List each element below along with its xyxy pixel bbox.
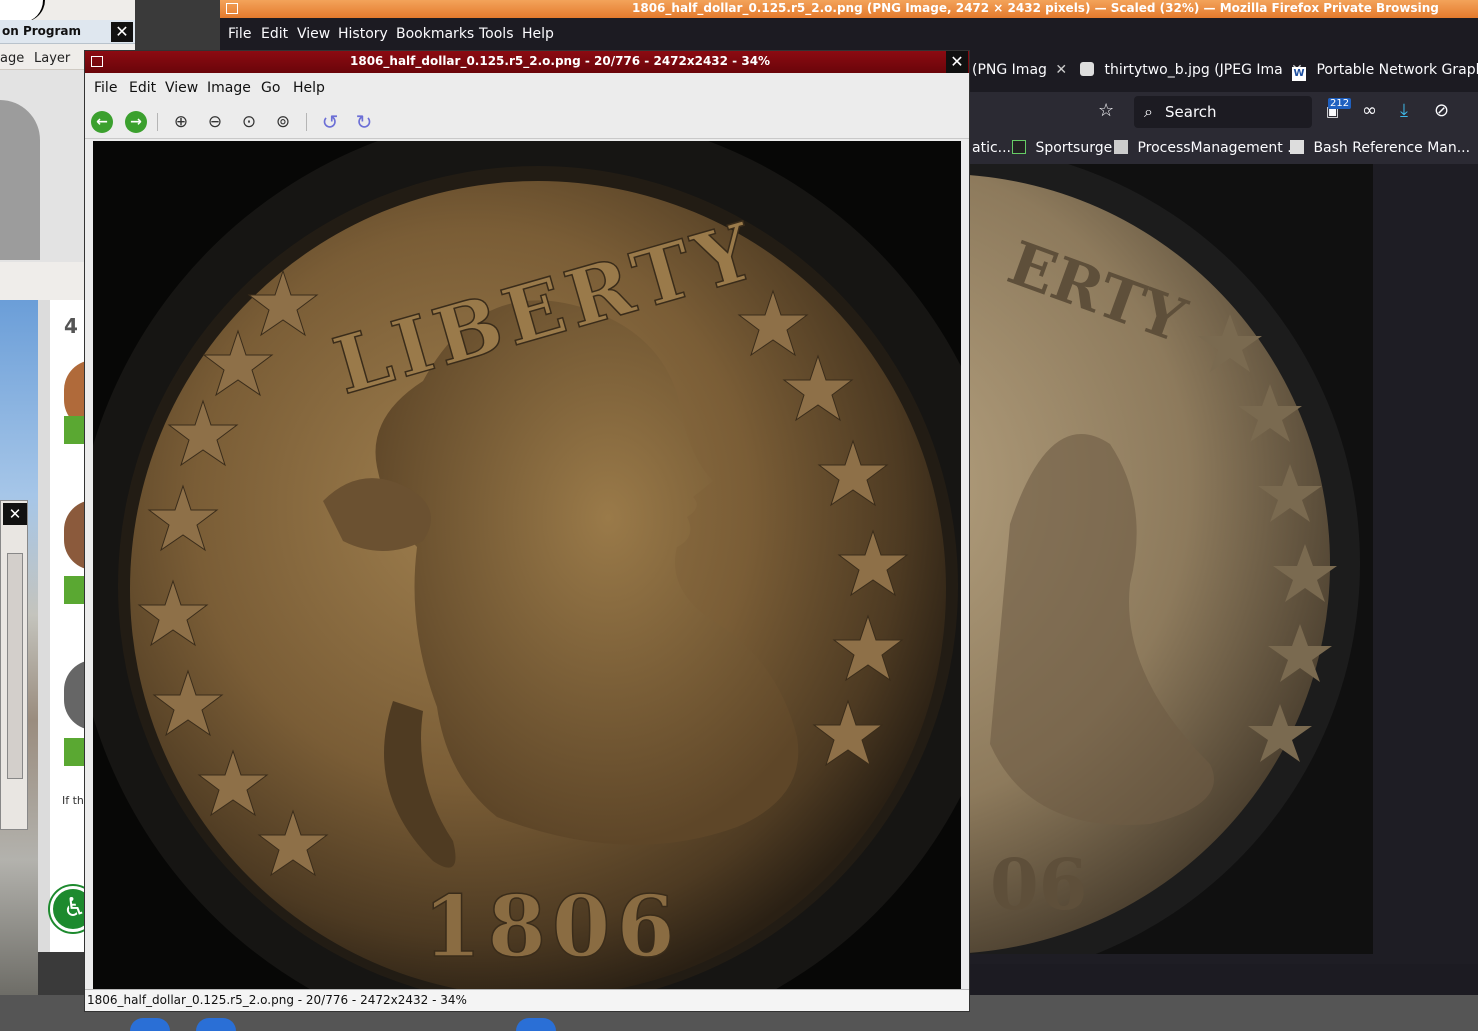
firefox-title: 1806_half_dollar_0.125.r5_2.o.png (PNG I… — [632, 1, 1439, 15]
ff-menu-view[interactable]: View — [297, 26, 330, 42]
background-webpage: 4 If th — [38, 300, 94, 952]
firefox-coin-image: ERTY 06 — [970, 164, 1373, 954]
window-menu-icon[interactable] — [91, 56, 103, 67]
sync-icon[interactable]: ⊘ — [1434, 100, 1449, 121]
bookmark-bash-reference[interactable]: Bash Reference Man... — [1290, 140, 1470, 156]
background-app-title: on Program — [2, 24, 82, 38]
viewer-menu-edit[interactable]: Edit — [129, 80, 156, 96]
tab-portable-network-graphics[interactable]: W Portable Network Graphi — [1292, 62, 1478, 81]
bookmark-processmanagement[interactable]: ProcessManagement ... — [1114, 140, 1301, 156]
viewer-title: 1806_half_dollar_0.125.r5_2.o.png - 20/7… — [350, 54, 771, 68]
desktop-graphic — [0, 0, 45, 22]
rotate-left-icon[interactable]: ↺ — [319, 111, 341, 133]
background-dialog: ✕ — [0, 500, 28, 830]
image-viewer-window: 1806_half_dollar_0.125.r5_2.o.png - 20/7… — [84, 50, 970, 1012]
viewer-menu-go[interactable]: Go — [261, 80, 280, 96]
background-app-titlebar[interactable]: on Program ✕ — [0, 20, 135, 44]
firefox-menubar: File Edit View History Bookmarks Tools H… — [220, 20, 1478, 48]
page-favicon-icon — [1114, 140, 1128, 154]
coin-date-text: 06 — [990, 843, 1087, 926]
search-icon: ⌕ — [1144, 102, 1153, 121]
bookmark-label: Bash Reference Man... — [1313, 140, 1471, 156]
search-placeholder: Search — [1165, 103, 1217, 121]
previous-image-icon[interactable]: ← — [91, 111, 113, 133]
menu-layer[interactable]: Layer — [34, 51, 70, 66]
viewer-menubar: File Edit View Image Go Help — [85, 75, 969, 101]
bookmark-star-icon[interactable]: ☆ — [1098, 100, 1114, 121]
wikipedia-favicon-icon: W — [1292, 67, 1306, 81]
viewer-toolbar: ← → ⊕ ⊖ ⊙ ⊚ ↺ ↻ — [85, 103, 969, 139]
taskbar-app-icon[interactable] — [516, 1018, 556, 1031]
tab-label: Portable Network Graphi — [1316, 62, 1478, 78]
tab-label: (PNG Imag — [972, 62, 1047, 78]
bookmark-label: Sportsurge — [1035, 140, 1113, 156]
ff-menu-tools[interactable]: Tools — [479, 26, 514, 42]
toolbar-separator — [306, 113, 307, 131]
tab-png-image[interactable]: (PNG Imag ✕ — [972, 62, 1067, 78]
ff-menu-history[interactable]: History — [338, 26, 388, 42]
zoom-fit-icon[interactable]: ⊚ — [272, 111, 294, 133]
ff-menu-file[interactable]: File — [228, 26, 251, 42]
extension-badge: 212 — [1328, 98, 1352, 109]
bookmark-label: ProcessManagement ... — [1137, 140, 1301, 156]
bookmark-sportsurge[interactable]: Sportsurge — [1012, 140, 1112, 156]
next-image-icon[interactable]: → — [125, 111, 147, 133]
image-favicon-icon — [1080, 62, 1094, 76]
firefox-titlebar[interactable]: 1806_half_dollar_0.125.r5_2.o.png (PNG I… — [220, 0, 1478, 18]
bookmark-label: atic... — [972, 140, 1012, 156]
window-menu-icon[interactable] — [226, 3, 238, 14]
status-text: 1806_half_dollar_0.125.r5_2.o.png - 20/7… — [87, 993, 467, 1007]
taskbar-app-icon[interactable] — [130, 1018, 170, 1031]
rotate-right-icon[interactable]: ↻ — [353, 111, 375, 133]
dialog-scrollbar[interactable] — [7, 553, 23, 779]
downloads-icon[interactable]: ⤓ — [1400, 100, 1408, 121]
sportsurge-favicon-icon — [1012, 140, 1026, 154]
dialog-close-button[interactable]: ✕ — [3, 503, 27, 525]
canvas-shape — [0, 100, 40, 260]
tab-close-icon[interactable]: ✕ — [1055, 62, 1067, 78]
taskbar-app-icon[interactable] — [196, 1018, 236, 1031]
coin-date-text: 1806 — [423, 877, 681, 976]
toolbar-separator — [157, 113, 158, 131]
bookmark-item[interactable]: atic... — [972, 140, 1011, 156]
step-number: 4 — [64, 314, 78, 338]
viewer-titlebar[interactable]: 1806_half_dollar_0.125.r5_2.o.png - 20/7… — [85, 51, 969, 73]
private-mask-icon[interactable]: ∞ — [1362, 100, 1377, 121]
search-box[interactable]: ⌕ Search — [1134, 96, 1312, 128]
viewer-menu-file[interactable]: File — [94, 80, 117, 96]
viewer-statusbar: 1806_half_dollar_0.125.r5_2.o.png - 20/7… — [85, 989, 969, 1011]
viewer-menu-help[interactable]: Help — [293, 80, 325, 96]
zoom-out-icon[interactable]: ⊖ — [204, 111, 226, 133]
viewer-close-button[interactable]: ✕ — [946, 51, 968, 73]
ff-menu-bookmarks[interactable]: Bookmarks — [396, 26, 474, 42]
ff-menu-help[interactable]: Help — [522, 26, 554, 42]
gnu-favicon-icon — [1290, 140, 1304, 154]
viewer-menu-view[interactable]: View — [165, 80, 198, 96]
tab-label: thirtytwo_b.jpg (JPEG Ima — [1104, 62, 1283, 78]
viewer-menu-image[interactable]: Image — [207, 80, 251, 96]
ff-menu-edit[interactable]: Edit — [261, 26, 288, 42]
menu-image[interactable]: age — [0, 51, 24, 66]
viewer-image: LIBERTY 1806 — [93, 141, 961, 989]
background-app-close-button[interactable]: ✕ — [111, 22, 133, 42]
zoom-normal-icon[interactable]: ⊙ — [238, 111, 260, 133]
webpage-text: If th — [62, 794, 84, 807]
tab-thirtytwo-b[interactable]: thirtytwo_b.jpg (JPEG Ima ✕ — [1080, 62, 1303, 78]
zoom-in-icon[interactable]: ⊕ — [170, 111, 192, 133]
